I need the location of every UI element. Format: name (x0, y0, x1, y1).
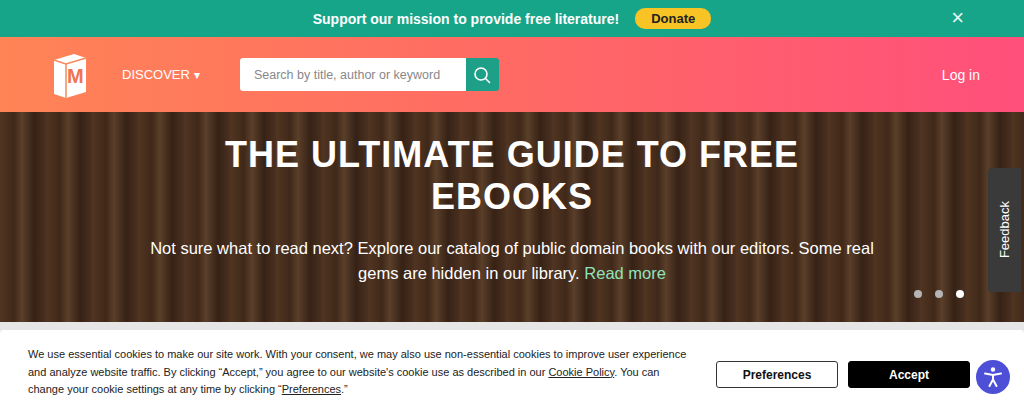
accessibility-button[interactable] (974, 358, 1012, 396)
close-button[interactable]: × (947, 5, 968, 31)
header: M DISCOVER ▾ Log in (0, 37, 1024, 112)
logo[interactable]: M (50, 52, 90, 98)
donate-banner: Support our mission to provide free lite… (0, 0, 1024, 37)
hero-title: THE ULTIMATE GUIDE TO FREE EBOOKS (142, 134, 882, 218)
cookie-link[interactable]: Cookie Policy (548, 366, 614, 378)
page: Support our mission to provide free lite… (0, 0, 1024, 415)
magnifier-icon (473, 66, 491, 84)
hero-subtitle: Not sure what to read next? Explore our … (142, 236, 882, 286)
feedback-tab[interactable]: Feedback (988, 168, 1021, 292)
caret-icon: ▾ (194, 68, 200, 82)
cookie-text: We use essential cookies to make our sit… (28, 346, 698, 399)
search-button[interactable] (466, 58, 499, 91)
login-link[interactable]: Log in (942, 67, 980, 83)
logo-letter: M (67, 66, 84, 86)
carousel-dots (914, 290, 964, 298)
discover-menu[interactable]: DISCOVER ▾ (122, 67, 200, 82)
hero-carousel: THE ULTIMATE GUIDE TO FREE EBOOKS Not su… (0, 112, 1024, 322)
cookie-link[interactable]: Preferences (282, 383, 341, 395)
search-input[interactable] (240, 58, 466, 91)
content-strip (0, 322, 1024, 330)
carousel-dot[interactable] (935, 290, 943, 298)
banner-message: Support our mission to provide free lite… (313, 11, 619, 27)
cookie-button[interactable]: Preferences (716, 361, 838, 388)
cookie-banner: We use essential cookies to make our sit… (0, 330, 1024, 415)
cookie-text-segment: .” (341, 383, 348, 395)
donate-button[interactable]: Donate (635, 8, 711, 29)
cookie-buttons: Preferences Accept (716, 361, 970, 388)
read-more-link[interactable]: Read more (584, 264, 666, 282)
hero-content: THE ULTIMATE GUIDE TO FREE EBOOKS Not su… (142, 134, 882, 286)
carousel-dot[interactable] (956, 290, 964, 298)
cookie-button[interactable]: Accept (848, 361, 970, 388)
carousel-dot[interactable] (914, 290, 922, 298)
search-bar (240, 58, 499, 91)
accessibility-icon (981, 365, 1005, 389)
discover-label: DISCOVER (122, 67, 190, 82)
feedback-label: Feedback (997, 201, 1012, 258)
